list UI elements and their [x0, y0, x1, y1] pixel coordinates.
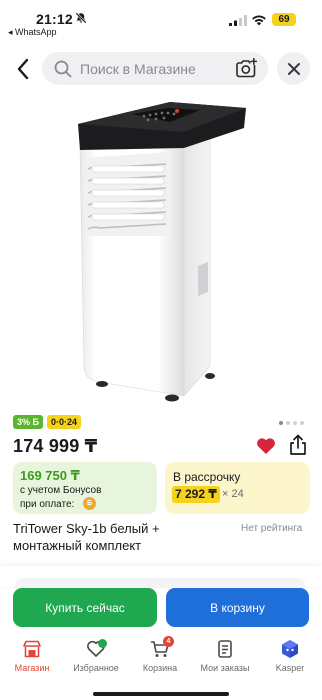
wifi-icon: [252, 15, 266, 26]
close-icon: [287, 62, 300, 75]
favorites-badge-dot: [98, 639, 107, 648]
bottom-tab-bar: Магазин Избранное 4 Корзина Мои заказы K…: [0, 633, 322, 700]
bonus-coin-icon: Б: [83, 497, 96, 510]
back-button[interactable]: [10, 56, 36, 82]
tab-label: Kasper: [275, 663, 305, 673]
carousel-dot-active: [279, 421, 283, 425]
bonus-price: 169 750 ₸: [20, 468, 80, 483]
home-indicator: [93, 692, 229, 696]
orders-icon: [218, 640, 232, 658]
rating-status[interactable]: Нет рейтинга: [241, 523, 302, 534]
bottom-sheet-edge: [0, 566, 322, 588]
chevron-left-icon: [17, 58, 29, 80]
carousel-dot: [293, 421, 297, 425]
shop-icon: [23, 640, 41, 658]
tab-orders[interactable]: Мои заказы: [194, 639, 256, 679]
buy-now-button[interactable]: Купить сейчас: [13, 588, 157, 627]
bonus-description: с учетом Бонусов: [20, 485, 102, 496]
battery-indicator: 69: [272, 13, 296, 26]
bonus-price-card[interactable]: 169 750 ₸ с учетом Бонусов при оплате: Б: [13, 462, 157, 514]
installment-amount: 7 292 ₸: [172, 486, 220, 503]
cart-count-badge: 4: [163, 636, 174, 647]
status-time: 21:12: [36, 11, 73, 27]
kasper-assistant-icon: [282, 640, 298, 658]
heart-icon[interactable]: [256, 437, 276, 455]
product-price: 174 999 ₸: [13, 436, 98, 456]
product-title: TriTower Sky-1b белый + монтажный компле…: [13, 521, 160, 553]
tab-label: Магазин: [14, 663, 50, 673]
search-input[interactable]: [80, 59, 230, 79]
installment-card[interactable]: В рассрочку 7 292 ₸ × 24: [165, 462, 310, 514]
product-image[interactable]: [60, 86, 260, 411]
add-to-cart-button[interactable]: В корзину: [166, 588, 309, 627]
tab-label: Избранное: [73, 663, 119, 673]
installment-label: В рассрочку: [173, 470, 241, 484]
bell-off-icon: [75, 12, 87, 24]
bonus-badge: 3% Б: [13, 415, 43, 429]
share-icon[interactable]: [288, 434, 308, 456]
back-to-app-link[interactable]: ◂ WhatsApp: [8, 27, 57, 38]
signal-icon: [229, 15, 247, 26]
close-button[interactable]: [277, 52, 310, 85]
installment-badge: 0·0·24: [47, 415, 82, 429]
installment-months: × 24: [222, 488, 244, 500]
product-screen: 21:12 ◂ WhatsApp 69 Поиск в Магазине 3% …: [0, 0, 322, 700]
carousel-dot: [286, 421, 290, 425]
camera-search-icon[interactable]: [235, 58, 257, 79]
image-carousel-dots: [279, 421, 304, 425]
tab-favorites[interactable]: Избранное: [65, 639, 127, 679]
bonus-payment-label: при оплате:: [20, 499, 75, 510]
tab-kasper[interactable]: Kasper: [259, 639, 321, 679]
search-icon: [54, 60, 72, 78]
tab-label: Мои заказы: [200, 663, 250, 673]
status-bar: 21:12 ◂ WhatsApp 69: [0, 0, 322, 40]
tab-label: Корзина: [142, 663, 178, 673]
tab-shop[interactable]: Магазин: [1, 639, 63, 679]
search-box[interactable]: [42, 52, 268, 85]
carousel-dot: [300, 421, 304, 425]
tab-cart[interactable]: 4 Корзина: [129, 636, 191, 679]
